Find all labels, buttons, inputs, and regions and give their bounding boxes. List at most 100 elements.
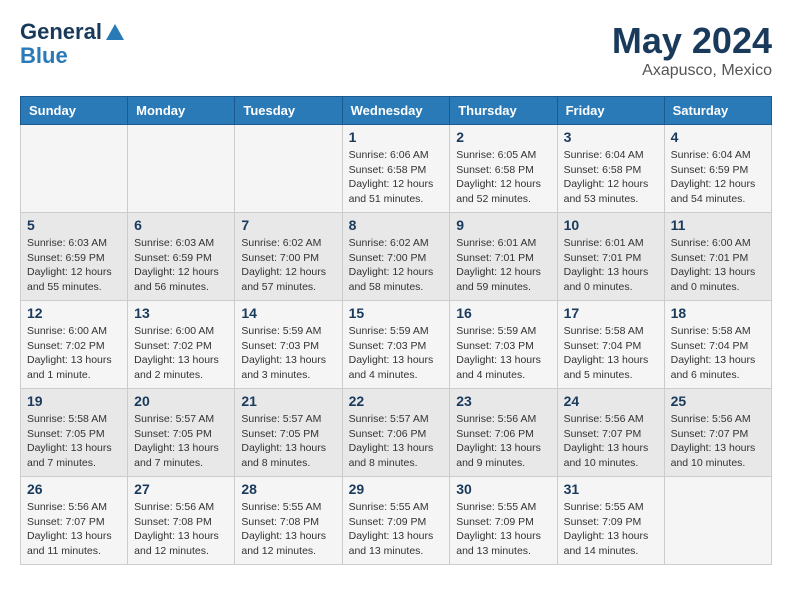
day-number: 19	[27, 393, 121, 409]
day-number: 30	[456, 481, 550, 497]
calendar-cell: 7Sunrise: 6:02 AMSunset: 7:00 PMDaylight…	[235, 213, 342, 301]
day-info: Sunrise: 5:59 AMSunset: 7:03 PMDaylight:…	[349, 324, 444, 383]
day-number: 6	[134, 217, 228, 233]
day-info: Sunrise: 5:55 AMSunset: 7:08 PMDaylight:…	[241, 500, 335, 559]
calendar-body: 1 Sunrise: 6:06 AMSunset: 6:58 PMDaylight…	[21, 125, 772, 565]
day-number: 23	[456, 393, 550, 409]
calendar-cell: 30 Sunrise: 5:55 AMSunset: 7:09 PMDayligh…	[450, 477, 557, 565]
logo-text: General	[20, 20, 126, 44]
header-day-friday: Friday	[557, 97, 664, 125]
calendar-cell: 23 Sunrise: 5:56 AMSunset: 7:06 PMDayligh…	[450, 389, 557, 477]
calendar-cell	[235, 125, 342, 213]
calendar-cell: 18Sunrise: 5:58 AMSunset: 7:04 PMDayligh…	[664, 301, 771, 389]
day-number: 8	[349, 217, 444, 233]
calendar-cell: 15 Sunrise: 5:59 AMSunset: 7:03 PMDayligh…	[342, 301, 450, 389]
day-info: Sunrise: 5:55 AMSunset: 7:09 PMDaylight:…	[349, 500, 444, 559]
day-info: Sunrise: 5:56 AMSunset: 7:07 PMDaylight:…	[671, 412, 765, 471]
calendar-cell: 3 Sunrise: 6:04 AMSunset: 6:58 PMDaylight…	[557, 125, 664, 213]
calendar-cell: 24 Sunrise: 5:56 AMSunset: 7:07 PMDayligh…	[557, 389, 664, 477]
calendar-cell: 1 Sunrise: 6:06 AMSunset: 6:58 PMDaylight…	[342, 125, 450, 213]
day-number: 9	[456, 217, 550, 233]
calendar-cell: 25 Sunrise: 5:56 AMSunset: 7:07 PMDayligh…	[664, 389, 771, 477]
calendar-cell: 5 Sunrise: 6:03 AMSunset: 6:59 PMDaylight…	[21, 213, 128, 301]
calendar-cell: 10 Sunrise: 6:01 AMSunset: 7:01 PMDayligh…	[557, 213, 664, 301]
calendar-header: SundayMondayTuesdayWednesdayThursdayFrid…	[21, 97, 772, 125]
week-row-5: 26 Sunrise: 5:56 AMSunset: 7:07 PMDayligh…	[21, 477, 772, 565]
day-number: 24	[564, 393, 658, 409]
day-info: Sunrise: 6:01 AMSunset: 7:01 PMDaylight:…	[564, 236, 658, 295]
day-info: Sunrise: 5:55 AMSunset: 7:09 PMDaylight:…	[564, 500, 658, 559]
calendar-cell: 6 Sunrise: 6:03 AMSunset: 6:59 PMDaylight…	[128, 213, 235, 301]
day-number: 14	[241, 305, 335, 321]
day-number: 31	[564, 481, 658, 497]
header-day-sunday: Sunday	[21, 97, 128, 125]
day-info: Sunrise: 6:06 AMSunset: 6:58 PMDaylight:…	[349, 148, 444, 207]
day-info: Sunrise: 5:59 AMSunset: 7:03 PMDaylight:…	[241, 324, 335, 383]
day-number: 2	[456, 129, 550, 145]
day-number: 28	[241, 481, 335, 497]
day-number: 29	[349, 481, 444, 497]
day-number: 26	[27, 481, 121, 497]
calendar-cell: 27 Sunrise: 5:56 AMSunset: 7:08 PMDayligh…	[128, 477, 235, 565]
day-number: 17	[564, 305, 658, 321]
calendar-cell: 2 Sunrise: 6:05 AMSunset: 6:58 PMDaylight…	[450, 125, 557, 213]
day-info: Sunrise: 5:56 AMSunset: 7:08 PMDaylight:…	[134, 500, 228, 559]
calendar-cell	[664, 477, 771, 565]
day-info: Sunrise: 5:58 AMSunset: 7:04 PMDaylight:…	[671, 324, 765, 383]
day-info: Sunrise: 5:57 AMSunset: 7:05 PMDaylight:…	[241, 412, 335, 471]
header-row: SundayMondayTuesdayWednesdayThursdayFrid…	[21, 97, 772, 125]
day-info: Sunrise: 6:04 AMSunset: 6:59 PMDaylight:…	[671, 148, 765, 207]
day-info: Sunrise: 5:57 AMSunset: 7:06 PMDaylight:…	[349, 412, 444, 471]
day-number: 10	[564, 217, 658, 233]
month-title: May 2024	[612, 20, 772, 62]
calendar-cell: 11 Sunrise: 6:00 AMSunset: 7:01 PMDayligh…	[664, 213, 771, 301]
day-info: Sunrise: 6:02 AMSunset: 7:00 PMDaylight:…	[241, 236, 335, 295]
day-number: 27	[134, 481, 228, 497]
day-number: 3	[564, 129, 658, 145]
day-number: 5	[27, 217, 121, 233]
day-number: 25	[671, 393, 765, 409]
day-info: Sunrise: 6:03 AMSunset: 6:59 PMDaylight:…	[27, 236, 121, 295]
header-day-saturday: Saturday	[664, 97, 771, 125]
calendar-cell: 8 Sunrise: 6:02 AMSunset: 7:00 PMDaylight…	[342, 213, 450, 301]
day-info: Sunrise: 5:59 AMSunset: 7:03 PMDaylight:…	[456, 324, 550, 383]
calendar-table: SundayMondayTuesdayWednesdayThursdayFrid…	[20, 96, 772, 565]
day-info: Sunrise: 6:00 AMSunset: 7:01 PMDaylight:…	[671, 236, 765, 295]
day-number: 20	[134, 393, 228, 409]
calendar-cell: 31 Sunrise: 5:55 AMSunset: 7:09 PMDayligh…	[557, 477, 664, 565]
day-info: Sunrise: 6:02 AMSunset: 7:00 PMDaylight:…	[349, 236, 444, 295]
header-day-tuesday: Tuesday	[235, 97, 342, 125]
day-info: Sunrise: 5:57 AMSunset: 7:05 PMDaylight:…	[134, 412, 228, 471]
day-info: Sunrise: 5:56 AMSunset: 7:07 PMDaylight:…	[27, 500, 121, 559]
day-info: Sunrise: 6:05 AMSunset: 6:58 PMDaylight:…	[456, 148, 550, 207]
day-info: Sunrise: 5:56 AMSunset: 7:06 PMDaylight:…	[456, 412, 550, 471]
day-number: 22	[349, 393, 444, 409]
day-info: Sunrise: 6:01 AMSunset: 7:01 PMDaylight:…	[456, 236, 550, 295]
day-info: Sunrise: 6:03 AMSunset: 6:59 PMDaylight:…	[134, 236, 228, 295]
logo: General Blue	[20, 20, 126, 68]
header-day-wednesday: Wednesday	[342, 97, 450, 125]
day-info: Sunrise: 5:55 AMSunset: 7:09 PMDaylight:…	[456, 500, 550, 559]
day-number: 12	[27, 305, 121, 321]
header-day-monday: Monday	[128, 97, 235, 125]
calendar-cell: 17 Sunrise: 5:58 AMSunset: 7:04 PMDayligh…	[557, 301, 664, 389]
calendar-cell: 16Sunrise: 5:59 AMSunset: 7:03 PMDayligh…	[450, 301, 557, 389]
calendar-cell: 9 Sunrise: 6:01 AMSunset: 7:01 PMDaylight…	[450, 213, 557, 301]
calendar-cell: 14 Sunrise: 5:59 AMSunset: 7:03 PMDayligh…	[235, 301, 342, 389]
day-number: 1	[349, 129, 444, 145]
day-number: 15	[349, 305, 444, 321]
day-number: 21	[241, 393, 335, 409]
calendar-cell: 12Sunrise: 6:00 AMSunset: 7:02 PMDayligh…	[21, 301, 128, 389]
day-info: Sunrise: 6:04 AMSunset: 6:58 PMDaylight:…	[564, 148, 658, 207]
calendar-cell: 13 Sunrise: 6:00 AMSunset: 7:02 PMDayligh…	[128, 301, 235, 389]
day-number: 11	[671, 217, 765, 233]
calendar-cell: 29 Sunrise: 5:55 AMSunset: 7:09 PMDayligh…	[342, 477, 450, 565]
header-day-thursday: Thursday	[450, 97, 557, 125]
day-number: 13	[134, 305, 228, 321]
week-row-3: 12 Sunrise: 6:00 AMSunset: 7:02 PMDayligh…	[21, 301, 772, 389]
logo-blue: Blue	[20, 44, 126, 68]
day-info: Sunrise: 5:58 AMSunset: 7:04 PMDaylight:…	[564, 324, 658, 383]
day-info: Sunrise: 6:00 AMSunset: 7:02 PMDaylight:…	[134, 324, 228, 383]
day-info: Sunrise: 5:56 AMSunset: 7:07 PMDaylight:…	[564, 412, 658, 471]
location-title: Axapusco, Mexico	[612, 62, 772, 80]
